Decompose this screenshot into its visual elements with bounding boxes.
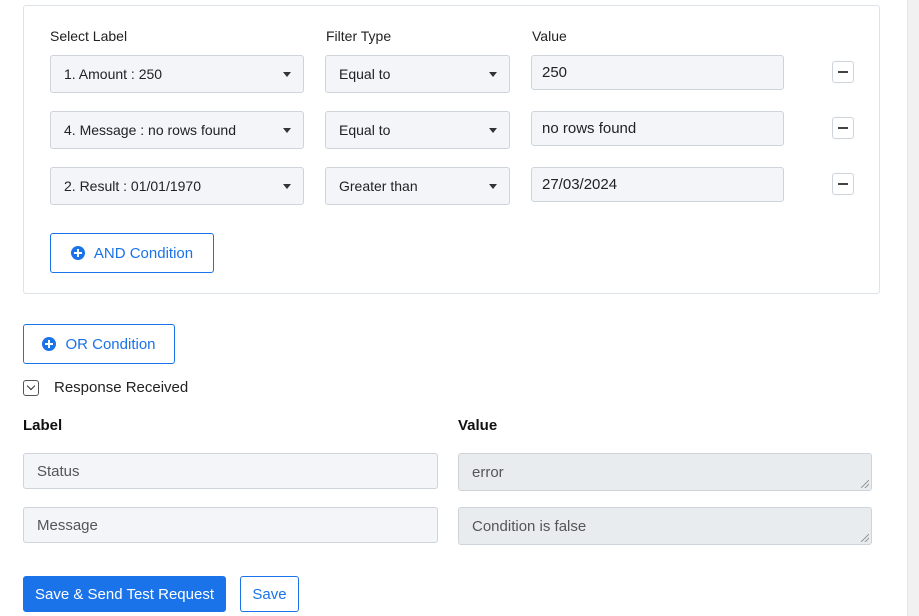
caret-down-icon bbox=[283, 72, 291, 77]
or-condition-button[interactable]: OR Condition bbox=[23, 324, 175, 364]
select-label-value: 2. Result : 01/01/1970 bbox=[64, 178, 201, 194]
response-label-field-2[interactable]: Message bbox=[23, 507, 438, 543]
minus-icon bbox=[838, 71, 848, 73]
minus-icon bbox=[838, 127, 848, 129]
select-label-value: 4. Message : no rows found bbox=[64, 122, 236, 138]
select-label-value: 1. Amount : 250 bbox=[64, 66, 163, 82]
select-label-dropdown-3[interactable]: 2. Result : 01/01/1970 bbox=[50, 167, 304, 205]
resize-grip-icon[interactable] bbox=[861, 480, 869, 488]
value-header: Value bbox=[532, 28, 567, 44]
response-value-field-1[interactable]: error bbox=[458, 453, 872, 491]
filter-type-dropdown-3[interactable]: Greater than bbox=[325, 167, 510, 205]
response-value-text: Condition is false bbox=[472, 517, 587, 535]
filter-type-dropdown-1[interactable]: Equal to bbox=[325, 55, 510, 93]
filter-type-dropdown-2[interactable]: Equal to bbox=[325, 111, 510, 149]
value-input-2[interactable]: no rows found bbox=[531, 111, 784, 146]
select-label-header: Select Label bbox=[50, 28, 128, 44]
response-value-header: Value bbox=[458, 417, 498, 434]
select-label-dropdown-2[interactable]: 4. Message : no rows found bbox=[50, 111, 304, 149]
plus-circle-icon bbox=[42, 337, 57, 351]
remove-condition-button-3[interactable] bbox=[832, 173, 854, 195]
filter-type-header: Filter Type bbox=[326, 28, 392, 44]
response-value-field-2[interactable]: Condition is false bbox=[458, 507, 872, 545]
filter-conditions-panel: Select Label Filter Type Value 1. Amount… bbox=[23, 5, 880, 294]
response-received-title: Response Received bbox=[54, 379, 189, 396]
minus-icon bbox=[838, 183, 848, 185]
caret-down-icon bbox=[283, 128, 291, 133]
caret-down-icon bbox=[283, 184, 291, 189]
or-condition-label: OR Condition bbox=[65, 335, 156, 353]
caret-down-icon bbox=[489, 128, 497, 133]
remove-condition-button-1[interactable] bbox=[832, 61, 854, 83]
filter-type-value: Equal to bbox=[339, 122, 391, 138]
page-scrollbar[interactable] bbox=[907, 0, 919, 616]
resize-grip-icon[interactable] bbox=[861, 534, 869, 542]
collapse-toggle-chevron-icon[interactable] bbox=[23, 380, 39, 396]
remove-condition-button-2[interactable] bbox=[832, 117, 854, 139]
filter-type-value: Greater than bbox=[339, 178, 418, 194]
response-label-header: Label bbox=[23, 417, 63, 434]
save-and-send-test-request-button[interactable]: Save & Send Test Request bbox=[23, 576, 226, 612]
response-label-field-1[interactable]: Status bbox=[23, 453, 438, 489]
filter-type-value: Equal to bbox=[339, 66, 391, 82]
response-value-text: error bbox=[472, 463, 504, 481]
caret-down-icon bbox=[489, 72, 497, 77]
and-condition-label: AND Condition bbox=[93, 244, 194, 262]
select-label-dropdown-1[interactable]: 1. Amount : 250 bbox=[50, 55, 304, 93]
value-input-3[interactable]: 27/03/2024 bbox=[531, 167, 784, 202]
caret-down-icon bbox=[489, 184, 497, 189]
and-condition-button[interactable]: AND Condition bbox=[50, 233, 214, 273]
plus-circle-icon bbox=[70, 246, 85, 260]
value-input-1[interactable]: 250 bbox=[531, 55, 784, 90]
save-button[interactable]: Save bbox=[240, 576, 299, 612]
